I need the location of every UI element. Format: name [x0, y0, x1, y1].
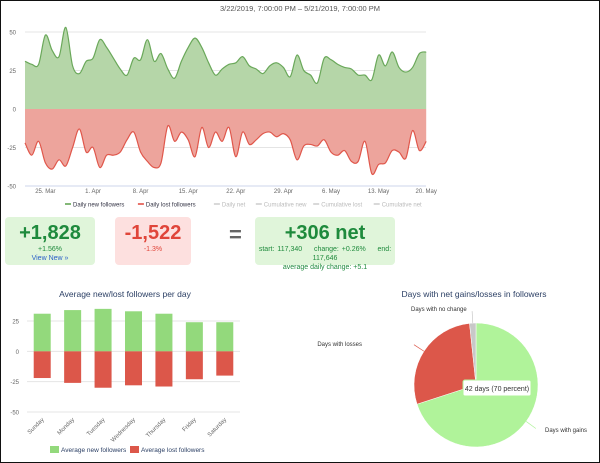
legend-swatch [50, 446, 59, 453]
y-tick-label: 25 [9, 69, 16, 75]
bar-lost [216, 351, 234, 376]
x-tick-label: Monday [57, 417, 76, 436]
equals-sign: = [229, 222, 242, 247]
net-followers-box: +306 net start: 117,340 change: +0.26% e… [255, 217, 395, 271]
x-tick-label: 29. Apr [274, 189, 293, 195]
lost-followers-box: -1,522 -1.3% [115, 217, 191, 265]
legend-item[interactable]: Daily net [222, 203, 246, 209]
pie-label: Days with gains [545, 428, 587, 434]
daily-followers-chart: 3/22/2019, 7:00:00 PM – 5/21/2019, 7:00:… [7, 4, 437, 209]
net-average: average daily change: +5.1 [282, 264, 368, 271]
average-per-day-chart: Average new/lost followers per day 25 0 -25… [10, 289, 240, 454]
lost-followers-total: -1,522 [124, 222, 182, 244]
x-tick-label: 13. May [368, 189, 389, 195]
bar-new [94, 308, 112, 352]
bar-new [185, 322, 203, 352]
pie-connector [525, 421, 537, 429]
pie-label: Days with no change [411, 307, 467, 313]
legend-item[interactable]: Daily new followers [73, 203, 124, 209]
y-tick-label: 25 [12, 320, 19, 326]
y-tick-label: -50 [7, 185, 16, 191]
net-start: start: 117,340 [258, 246, 303, 253]
chart-title: Days with net gains/losses in followers [401, 289, 546, 299]
x-tick-label: Thursday [145, 417, 167, 439]
x-tick-label: Saturday [207, 417, 228, 438]
x-tick-label: 6. May [322, 189, 340, 195]
legend-item[interactable]: Cumulative new [264, 203, 307, 209]
x-tick-label: Sunday [27, 417, 46, 436]
series-area-0 [25, 27, 427, 109]
net-change: change: +0.26% [313, 246, 366, 253]
bar-new [216, 322, 234, 352]
chart-title: Average new/lost followers per day [59, 289, 191, 299]
y-tick-label: -25 [10, 380, 19, 386]
series-area-1 [25, 109, 427, 175]
bar-new [33, 313, 51, 352]
y-tick-label: 50 [9, 31, 16, 37]
net-followers-total: +306 net [284, 222, 366, 244]
bar-new [64, 310, 82, 352]
legend-item[interactable]: Cumulative net [382, 203, 422, 209]
y-tick-label: 0 [16, 350, 20, 356]
legend-swatch [130, 446, 139, 453]
new-followers-total: +1,828 [19, 222, 81, 244]
pie-label: Days with losses [317, 342, 362, 348]
y-tick-label: -50 [10, 411, 19, 417]
tooltip-text: 42 days (70 percent) [465, 386, 529, 393]
lost-followers-pct: -1.3% [143, 246, 163, 253]
x-tick-label: 25. Mar [35, 189, 55, 195]
y-tick-label: 0 [13, 108, 17, 114]
bar-lost [125, 351, 142, 386]
legend-item[interactable]: Daily lost followers [146, 203, 196, 209]
x-tick-label: 20. May [416, 189, 437, 195]
legend-item[interactable]: Average new followers [61, 447, 127, 454]
bar-new [125, 311, 142, 352]
pie-connector [471, 311, 474, 324]
view-new-link[interactable]: View New » [5, 254, 95, 263]
chart-title: 3/22/2019, 7:00:00 PM – 5/21/2019, 7:00:… [220, 4, 380, 13]
x-tick-label: Friday [182, 417, 198, 433]
x-tick-label: 1. Apr [85, 189, 101, 195]
net-gains-losses-pie: Days with net gains/losses in followers D… [317, 289, 587, 448]
bar-lost [185, 351, 203, 380]
x-tick-label: 22. Apr [226, 189, 245, 195]
new-followers-box: +1,828 +1.56% View New » [5, 217, 95, 265]
x-tick-label: Wednesday [110, 417, 137, 444]
bar-new [155, 313, 173, 352]
legend-item[interactable]: Average lost followers [141, 447, 205, 454]
new-followers-pct: +1.56% [38, 246, 62, 253]
x-tick-label: 8. Apr [133, 189, 149, 195]
bar-lost [155, 351, 173, 387]
x-tick-label: Tuesday [86, 417, 106, 437]
y-tick-label: -25 [7, 146, 16, 152]
bar-lost [94, 351, 112, 388]
pie-connector [413, 344, 425, 352]
bar-lost [64, 351, 82, 383]
x-tick-label: 15. Apr [179, 189, 198, 195]
bar-lost [33, 351, 51, 379]
legend-item[interactable]: Cumulative lost [321, 203, 362, 209]
